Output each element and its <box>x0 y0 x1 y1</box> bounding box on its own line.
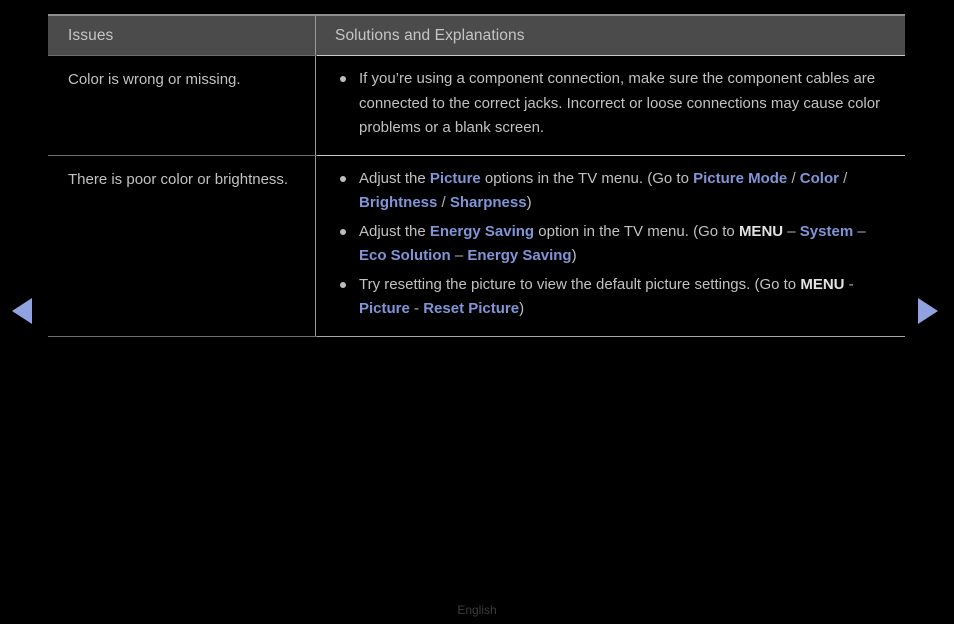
menu-path-token: Reset Picture <box>423 300 520 317</box>
menu-path-token: System <box>799 222 854 240</box>
bullet-dot-icon <box>340 281 346 288</box>
menu-path-token: Picture Mode <box>693 169 788 187</box>
menu-path-token: Energy Saving <box>467 247 572 264</box>
menu-path-token: Picture <box>359 300 410 317</box>
body-text-token: options in the TV menu. (Go to <box>480 169 694 187</box>
separator-right-segment <box>317 335 905 337</box>
menu-path-token: Sharpness <box>449 194 527 211</box>
bullet-dot-icon <box>340 76 346 82</box>
solution-bullet-item: Try resetting the picture to view the de… <box>335 273 895 322</box>
solution-bullet-item: Adjust the Picture options in the TV men… <box>335 167 895 216</box>
menu-path-token: Eco Solution <box>359 247 451 264</box>
body-text-token: - <box>844 275 854 293</box>
body-text-token: – <box>783 222 800 240</box>
solution-bullet-item: If you’re using a component connection, … <box>335 67 895 141</box>
menu-path-token: Energy Saving <box>429 222 535 240</box>
solution-bullet-item: Adjust the Energy Saving option in the T… <box>335 220 895 269</box>
left-triangle-glyph <box>12 298 32 324</box>
body-text-token: ) <box>571 247 577 264</box>
column-header-issues: Issues <box>68 26 114 44</box>
body-text-token: / <box>437 194 450 211</box>
troubleshooting-table: Issues Solutions and Explanations Color … <box>48 14 905 337</box>
body-text-token: Adjust the <box>359 222 430 240</box>
column-header-solutions: Solutions and Explanations <box>335 26 525 44</box>
body-text-token: ) <box>526 194 532 211</box>
body-text-token: – <box>450 247 468 264</box>
footer-language-label: English <box>457 603 497 617</box>
previous-page-arrow-icon[interactable] <box>12 298 38 324</box>
table-row: Color is wrong or missing. If you’re usin… <box>48 56 905 155</box>
body-text-token: option in the TV menu. (Go to <box>534 222 739 240</box>
issue-cell: There is poor color or brightness. <box>48 155 316 336</box>
bullet-dot-icon <box>340 175 346 182</box>
table-bottom-border <box>48 335 905 337</box>
body-text-token: Adjust the <box>359 169 430 187</box>
issue-text: There is poor color or brightness. <box>68 170 289 188</box>
body-text-token: Try resetting the picture to view the de… <box>359 275 801 293</box>
right-triangle-glyph <box>918 298 938 324</box>
table-body: Color is wrong or missing. If you’re usin… <box>48 55 905 337</box>
menu-path-token: Color <box>799 169 839 187</box>
separator-left-segment <box>48 335 317 337</box>
solution-bullet-list: If you’re using a component connection, … <box>335 67 895 141</box>
table-header-cell-solutions: Solutions and Explanations <box>316 16 905 55</box>
solution-cell: Adjust the Picture options in the TV men… <box>316 156 905 336</box>
body-text-token: / <box>787 169 800 187</box>
solution-cell: If you’re using a component connection, … <box>316 56 905 155</box>
remote-key-token: MENU <box>800 275 845 293</box>
menu-path-token: Brightness <box>359 194 438 211</box>
next-page-arrow-icon[interactable] <box>918 298 944 324</box>
body-text-token: – <box>853 222 866 240</box>
manual-page: Issues Solutions and Explanations Color … <box>0 0 954 624</box>
remote-key-token: MENU <box>738 222 784 240</box>
table-header-row: Issues Solutions and Explanations <box>48 14 905 55</box>
table-header-cell-issues: Issues <box>48 16 316 55</box>
issue-text: Color is wrong or missing. <box>68 71 241 88</box>
body-text-token: ) <box>519 300 525 317</box>
body-text-token: - <box>409 300 424 317</box>
table-row: There is poor color or brightness. Adjust… <box>48 155 905 336</box>
solution-bullet-list: Adjust the Picture options in the TV men… <box>335 167 895 322</box>
menu-path-token: Picture <box>429 169 481 187</box>
body-text-token: If you’re using a component connection, … <box>359 70 881 136</box>
body-text-token: / <box>838 169 848 187</box>
bullet-dot-icon <box>340 228 346 235</box>
issue-cell: Color is wrong or missing. <box>48 56 316 155</box>
